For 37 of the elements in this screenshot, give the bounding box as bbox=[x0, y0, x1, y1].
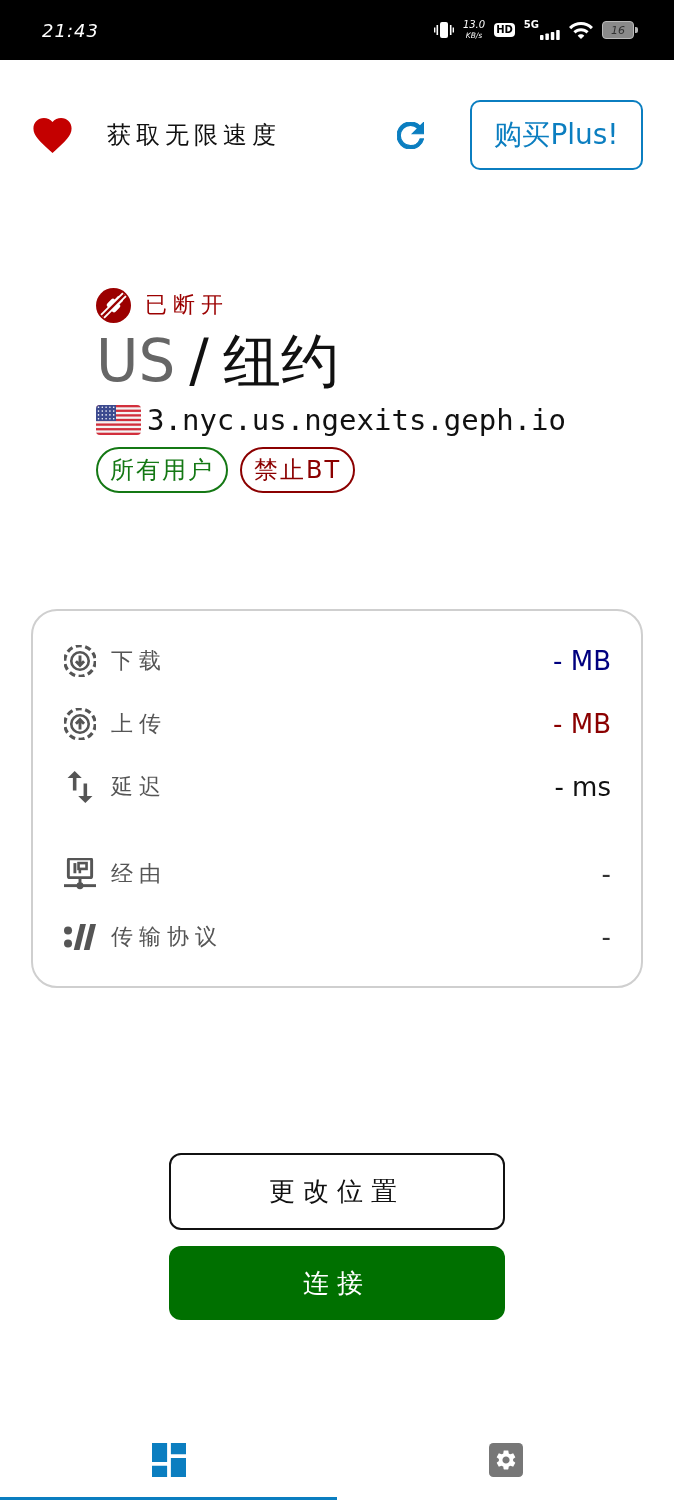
server-tag: 所有用户 bbox=[96, 447, 228, 493]
stat-value: - bbox=[601, 921, 611, 952]
clock-time: 21:43 bbox=[42, 19, 99, 41]
settings-icon bbox=[488, 1443, 523, 1477]
promo-text: 获取无限速度 bbox=[107, 120, 281, 151]
battery-percent: 16 bbox=[611, 23, 625, 37]
dashboard-icon bbox=[151, 1443, 186, 1477]
signal-icon bbox=[540, 30, 560, 40]
stat-value: - MB bbox=[553, 645, 611, 676]
flag-icon bbox=[96, 405, 141, 435]
refresh-icon[interactable] bbox=[397, 121, 424, 149]
network-speed-value: 13.0 bbox=[462, 20, 486, 31]
change-location-button[interactable]: 更改位置 bbox=[169, 1153, 505, 1230]
buy-plus-button[interactable]: 购买Plus! bbox=[470, 100, 643, 170]
upload-icon bbox=[64, 707, 96, 740]
vibrate-icon bbox=[433, 21, 454, 39]
stat-label: 经由 bbox=[111, 859, 167, 888]
stat-value: - MB bbox=[553, 708, 611, 739]
hd-indicator: HD bbox=[494, 23, 515, 37]
city-name: 纽约 bbox=[222, 327, 339, 395]
stat-value: - bbox=[601, 858, 611, 889]
download-icon bbox=[64, 644, 96, 677]
wifi-icon bbox=[569, 21, 593, 39]
country-code: US bbox=[96, 327, 176, 395]
heart-icon bbox=[33, 117, 72, 153]
network-computer-icon bbox=[64, 857, 96, 890]
stat-label: 传输协议 bbox=[111, 922, 223, 951]
connection-status: 已断开 bbox=[145, 291, 229, 319]
stat-label: 延迟 bbox=[111, 772, 167, 801]
server-tag: 禁止BT bbox=[240, 447, 356, 493]
title-separator: / bbox=[189, 327, 209, 395]
server-hostname: 3.nyc.us.ngexits.geph.io bbox=[147, 403, 567, 437]
stat-label: 上传 bbox=[111, 709, 167, 738]
stat-label: 下载 bbox=[111, 646, 167, 675]
network-type: 5G bbox=[523, 20, 539, 30]
stat-value: - ms bbox=[554, 771, 611, 802]
connect-button[interactable]: 连接 bbox=[169, 1246, 505, 1320]
